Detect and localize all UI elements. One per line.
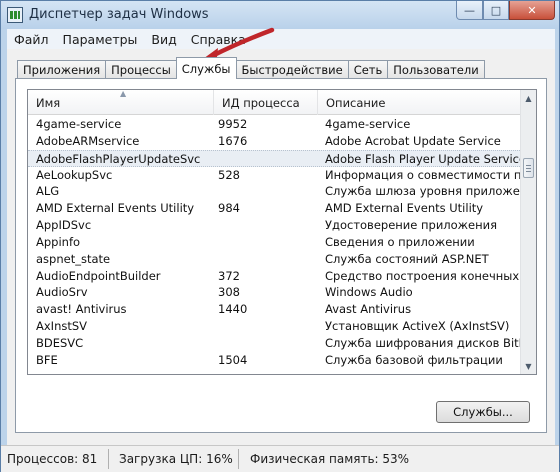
window-title: Диспетчер задач Windows xyxy=(29,7,209,22)
service-pid-cell: 372 xyxy=(218,268,240,283)
service-description-cell: Avast Antivirus xyxy=(325,302,412,317)
column-description-label: Описание xyxy=(326,95,386,110)
sort-ascending-icon: ▲ xyxy=(120,89,127,98)
service-name-cell: AudioSrv xyxy=(36,285,88,300)
service-pid-cell: 1676 xyxy=(218,133,248,148)
service-row[interactable]: AudioEndpointBuilder 372 Средство построен… xyxy=(28,268,522,285)
menu-view[interactable]: Вид xyxy=(144,32,183,47)
list-header: Имя ▲ ИД процесса Описание xyxy=(28,90,522,115)
list-body: 4game-service 9952 4game-service AdobeARMse… xyxy=(28,116,522,369)
service-row[interactable]: BDESVC Служба шифрования дисков BitLocke xyxy=(28,335,522,352)
service-row[interactable]: ALG Служба шлюза уровня приложения xyxy=(28,183,522,200)
service-row[interactable]: aspnet_state Служба состояний ASP.NET xyxy=(28,251,522,268)
tab-performance[interactable]: Быстродействие xyxy=(235,60,349,79)
service-name-cell: 4game-service xyxy=(36,117,122,131)
service-description-cell: AMD External Events Utility xyxy=(325,201,484,216)
maximize-button[interactable]: □ xyxy=(483,1,509,20)
service-name-cell: BDESVC xyxy=(36,335,84,350)
caption-buttons: — □ ✕ xyxy=(456,1,555,20)
service-pid-cell: 308 xyxy=(218,285,240,300)
status-bar: Процессов: 81 Загрузка ЦП: 16% Физическа… xyxy=(1,445,559,472)
tab-strip: Приложения Процессы Службы Быстродействи… xyxy=(17,57,485,79)
service-description-cell: Служба состояний ASP.NET xyxy=(325,251,489,266)
tab-services[interactable]: Службы xyxy=(175,57,237,79)
vertical-scrollbar[interactable]: ▲ ▼ xyxy=(520,90,536,374)
service-name-cell: AxInstSV xyxy=(36,319,88,334)
task-manager-icon xyxy=(7,7,23,23)
service-name-cell: AudioEndpointBuilder xyxy=(36,268,161,283)
service-description-cell: Средство построения конечных точ xyxy=(325,268,522,283)
service-pid-cell: 9952 xyxy=(218,117,248,131)
service-row[interactable]: Appinfo Сведения о приложении xyxy=(28,234,522,251)
service-name-cell: BFE xyxy=(36,352,58,367)
task-manager-window: Диспетчер задач Windows — □ ✕ Файл Парам… xyxy=(0,0,560,472)
column-name-label: Имя xyxy=(36,95,61,110)
service-description-cell: Служба базовой фильтрации xyxy=(325,352,503,367)
service-description-cell: Adobe Flash Player Update Service xyxy=(325,151,522,166)
service-pid-cell: 1440 xyxy=(218,302,248,317)
service-row[interactable]: avast! Antivirus 1440 Avast Antivirus xyxy=(28,301,522,318)
service-description-cell: 4game-service xyxy=(325,117,411,131)
service-row[interactable]: AeLookupSvc 528 Информация о совместимости… xyxy=(28,167,522,184)
service-description-cell: Установщик ActiveX (AxInstSV) xyxy=(325,319,510,334)
service-name-cell: aspnet_state xyxy=(36,251,111,266)
scroll-thumb[interactable] xyxy=(523,158,534,178)
service-pid-cell: 1504 xyxy=(218,352,248,367)
service-description-cell: Служба шифрования дисков BitLocke xyxy=(325,335,522,350)
service-name-cell: AdobeARMservice xyxy=(36,133,140,148)
services-list[interactable]: Имя ▲ ИД процесса Описание 4game-service… xyxy=(27,89,537,375)
service-name-cell: AppIDSvc xyxy=(36,218,92,233)
tab-processes[interactable]: Процессы xyxy=(105,60,177,79)
scroll-down-icon[interactable]: ▼ xyxy=(521,358,536,374)
service-name-cell: ALG xyxy=(36,184,60,199)
menu-help[interactable]: Справка xyxy=(184,32,253,47)
status-processes: Процессов: 81 xyxy=(1,449,109,469)
service-row[interactable]: AudioSrv 308 Windows Audio xyxy=(28,284,522,301)
service-row[interactable]: AMD External Events Utility 984 AMD Extern… xyxy=(28,200,522,217)
status-cpu-usage: Загрузка ЦП: 16% xyxy=(113,449,239,469)
service-row[interactable]: AppIDSvc Удостоверение приложения xyxy=(28,217,522,234)
service-description-cell: Adobe Acrobat Update Service xyxy=(325,133,501,148)
service-row[interactable]: AdobeARMservice 1676 Adobe Acrobat Update … xyxy=(28,133,522,150)
service-description-cell: Windows Audio xyxy=(325,285,413,300)
service-pid-cell: 528 xyxy=(218,167,240,182)
close-button[interactable]: ✕ xyxy=(509,1,555,20)
service-name-cell: Appinfo xyxy=(36,234,81,249)
service-name-cell: AMD External Events Utility xyxy=(36,201,195,216)
service-description-cell: Информация о совместимости прил xyxy=(325,167,522,182)
column-header-name[interactable]: Имя ▲ xyxy=(28,90,214,115)
service-name-cell: avast! Antivirus xyxy=(36,302,127,317)
service-row[interactable]: AxInstSV Установщик ActiveX (AxInstSV) xyxy=(28,318,522,335)
service-description-cell: Удостоверение приложения xyxy=(325,218,498,233)
service-description-cell: Сведения о приложении xyxy=(325,234,475,249)
column-header-description[interactable]: Описание xyxy=(318,90,522,115)
service-row[interactable]: BFE 1504 Служба базовой фильтрации xyxy=(28,352,522,369)
service-row[interactable]: AdobeFlashPlayerUpdateSvc Adobe Flash Pla… xyxy=(28,149,522,167)
minimize-button[interactable]: — xyxy=(456,1,483,20)
menu-options[interactable]: Параметры xyxy=(56,32,145,47)
tab-applications[interactable]: Приложения xyxy=(17,60,107,79)
open-services-button[interactable]: Службы... xyxy=(436,401,530,423)
service-name-cell: AdobeFlashPlayerUpdateSvc xyxy=(36,151,201,166)
scroll-up-icon[interactable]: ▲ xyxy=(521,90,536,106)
tab-users[interactable]: Пользователи xyxy=(387,60,485,79)
service-row[interactable]: 4game-service 9952 4game-service xyxy=(28,116,522,133)
service-description-cell: Служба шлюза уровня приложения xyxy=(325,184,522,199)
title-bar[interactable]: Диспетчер задач Windows — □ ✕ xyxy=(1,1,559,29)
service-pid-cell: 984 xyxy=(218,201,240,216)
service-name-cell: AeLookupSvc xyxy=(36,167,113,182)
column-pid-label: ИД процесса xyxy=(222,95,300,110)
column-header-pid[interactable]: ИД процесса xyxy=(214,90,318,115)
tab-networking[interactable]: Сеть xyxy=(347,60,389,79)
menu-bar: Файл Параметры Вид Справка xyxy=(7,29,555,49)
client-area: Приложения Процессы Службы Быстродействи… xyxy=(7,49,555,445)
status-physical-memory: Физическая память: 53% xyxy=(250,452,410,466)
menu-file[interactable]: Файл xyxy=(7,32,56,47)
